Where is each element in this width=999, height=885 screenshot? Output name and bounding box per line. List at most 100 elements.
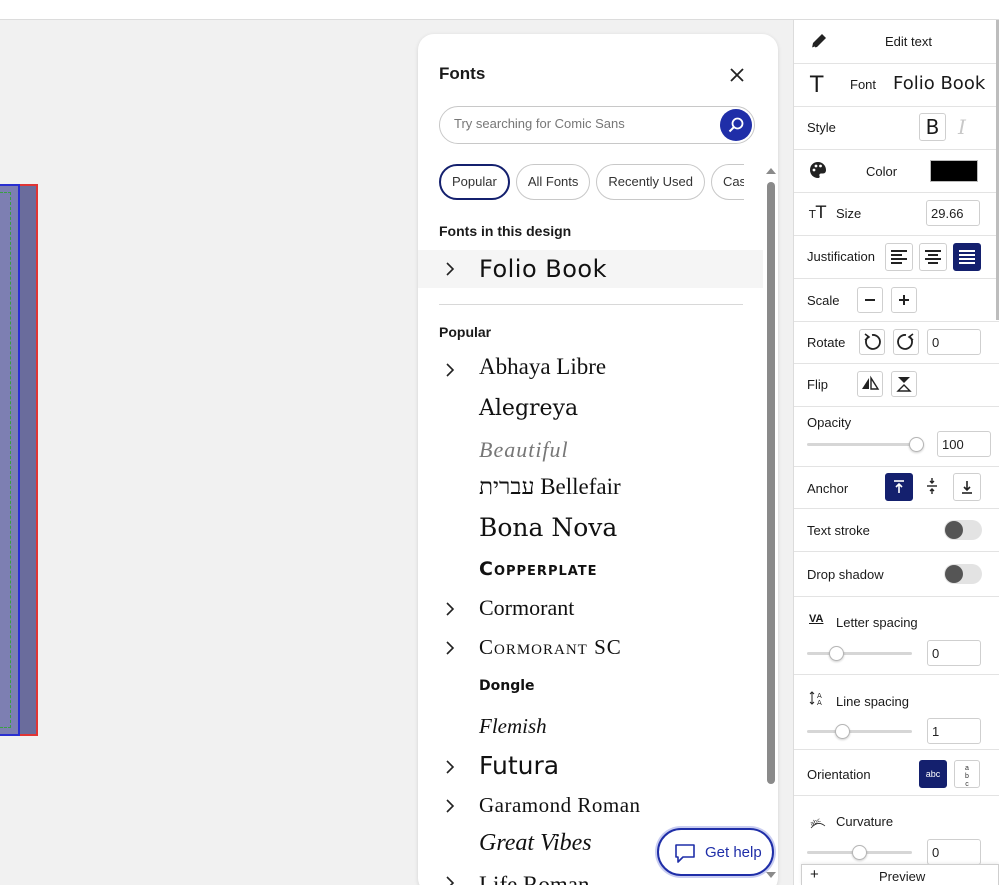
text-stroke-toggle[interactable] [944, 520, 982, 540]
font-item[interactable]: Alegreya [479, 396, 578, 421]
color-row: Color [794, 150, 999, 193]
letter-spacing-input[interactable] [927, 640, 981, 666]
flip-horizontal-button[interactable] [857, 371, 883, 397]
align-center-icon [925, 250, 941, 264]
align-left-icon [891, 250, 907, 264]
flip-vertical-button[interactable] [891, 371, 917, 397]
close-icon[interactable] [726, 64, 748, 86]
scroll-down-arrow[interactable] [766, 872, 776, 878]
preview-button[interactable]: + Preview [801, 864, 999, 885]
get-help-button[interactable]: Get help [657, 828, 774, 876]
letter-spacing-label: Letter spacing [836, 615, 918, 630]
chevron-right-icon[interactable] [445, 262, 455, 276]
rotate-left-icon [864, 333, 881, 350]
font-search-input[interactable] [454, 116, 704, 131]
font-row[interactable]: T Font Folio Book [794, 64, 999, 107]
flip-horizontal-icon [862, 375, 880, 390]
line-spacing-slider-track[interactable] [807, 730, 912, 733]
search-icon [728, 117, 744, 133]
curvature-label: Curvature [836, 814, 894, 829]
curvature-slider-thumb[interactable] [852, 845, 867, 860]
chevron-right-icon[interactable] [445, 876, 455, 885]
chevron-right-icon[interactable] [445, 602, 455, 616]
rotate-input[interactable] [927, 329, 981, 355]
line-spacing-icon: AA [809, 691, 822, 707]
tab-recently-used[interactable]: Recently Used [596, 164, 705, 200]
line-spacing-slider-thumb[interactable] [835, 724, 850, 739]
font-value[interactable]: Folio Book [893, 73, 985, 94]
chevron-right-icon[interactable] [445, 799, 455, 813]
font-item[interactable]: Flemish [479, 714, 547, 739]
font-item[interactable]: Cormorant [479, 595, 574, 621]
letter-spacing-slider-track[interactable] [807, 652, 912, 655]
italic-button[interactable]: I [958, 115, 978, 139]
font-item[interactable]: Abhaya Libre [479, 354, 606, 380]
line-spacing-input[interactable] [927, 718, 981, 744]
orientation-vertical-button[interactable]: abc [954, 760, 980, 788]
popular-heading: Popular [439, 324, 492, 340]
font-item[interactable]: Great Vibes [479, 830, 592, 857]
align-center-button[interactable] [919, 243, 947, 271]
anchor-bottom-button[interactable] [953, 473, 981, 501]
opacity-slider-track[interactable] [807, 443, 917, 446]
font-item[interactable]: Garamond Roman [479, 793, 641, 818]
text-properties-panel: Edit text T Font Folio Book Style B I Co… [793, 20, 999, 885]
align-left-button[interactable] [885, 243, 913, 271]
opacity-input[interactable] [937, 431, 991, 457]
opacity-row: Opacity [794, 407, 999, 467]
font-item[interactable]: Dongle [479, 678, 535, 694]
scale-decrease-button[interactable] [857, 287, 883, 313]
drop-shadow-toggle[interactable] [944, 564, 982, 584]
font-item[interactable]: עברית Bellefair [479, 474, 621, 500]
anchor-middle-button[interactable] [919, 473, 947, 501]
scroll-up-arrow[interactable] [766, 168, 776, 174]
flip-vertical-icon [896, 377, 912, 392]
anchor-top-button[interactable] [885, 473, 913, 501]
size-input[interactable] [926, 200, 980, 226]
top-bar [0, 0, 999, 20]
scale-increase-button[interactable] [891, 287, 917, 313]
tab-all-fonts[interactable]: All Fonts [515, 164, 591, 200]
curvature-input[interactable] [927, 839, 981, 865]
scale-row: Scale [794, 279, 999, 322]
letter-spacing-slider-thumb[interactable] [829, 646, 844, 661]
edit-text-row[interactable]: Edit text [794, 20, 999, 64]
align-justify-button[interactable] [953, 243, 981, 271]
tab-popular[interactable]: Popular [439, 164, 510, 200]
chevron-right-icon[interactable] [445, 363, 455, 377]
rotate-left-button[interactable] [859, 329, 885, 355]
font-item[interactable]: Futura [479, 751, 559, 780]
anchor-middle-icon [927, 478, 937, 494]
font-item[interactable]: Cormorant SC [479, 635, 622, 660]
chat-icon [675, 844, 695, 863]
rotate-label: Rotate [807, 335, 846, 350]
orientation-row: Orientation abc abc [794, 750, 999, 796]
chevron-right-icon[interactable] [445, 641, 455, 655]
design-font-row[interactable]: Folio Book [418, 250, 763, 288]
rotate-right-button[interactable] [893, 329, 919, 355]
font-item[interactable]: Life Roman [479, 872, 590, 885]
orientation-horizontal-button[interactable]: abc [919, 760, 947, 788]
flip-row: Flip [794, 364, 999, 407]
style-label: Style [807, 120, 836, 135]
anchor-bottom-icon [962, 481, 972, 494]
flip-label: Flip [807, 377, 828, 392]
opacity-slider-thumb[interactable] [909, 437, 924, 452]
color-swatch[interactable] [930, 160, 978, 182]
scrollbar-thumb[interactable] [767, 182, 775, 784]
get-help-label: Get help [705, 844, 762, 861]
font-item[interactable]: Bona Nova [479, 513, 617, 542]
svg-text:abc: abc [809, 817, 822, 828]
bold-button[interactable]: B [919, 113, 946, 141]
letter-spacing-icon: VA [809, 613, 824, 625]
search-button[interactable] [720, 109, 752, 141]
font-item[interactable]: Beautiful [479, 437, 569, 463]
tab-casual[interactable]: Casual [710, 164, 744, 200]
plus-icon: + [810, 866, 819, 883]
anchor-top-icon [894, 480, 904, 493]
anchor-label: Anchor [807, 481, 849, 496]
minus-icon [865, 299, 875, 301]
chevron-right-icon[interactable] [445, 760, 455, 774]
anchor-row: Anchor [794, 467, 999, 509]
font-item[interactable]: Copperplate [479, 558, 598, 580]
